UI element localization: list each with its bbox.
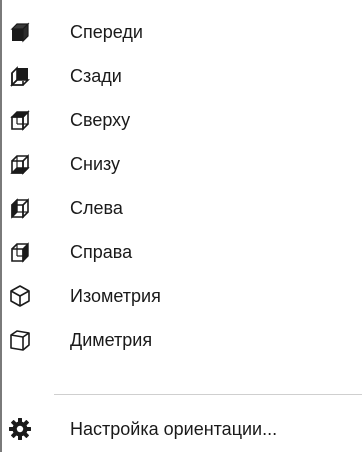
view-dimetric-icon — [8, 328, 32, 352]
menu-separator — [54, 394, 362, 395]
menu-item-label: Слева — [70, 198, 123, 218]
gear-icon — [8, 417, 32, 441]
menu-item-dimetric[interactable]: Диметрия — [0, 318, 362, 362]
menu-item-label: Изометрия — [70, 286, 161, 306]
menu-item-label: Сзади — [70, 66, 122, 86]
menu-item-label: Диметрия — [70, 330, 153, 350]
menu-item-label: Настройка ориентации... — [70, 419, 278, 439]
view-isometric-icon — [8, 284, 32, 308]
menu-item-label: Справа — [70, 242, 133, 262]
view-right-icon — [8, 240, 32, 264]
view-back-icon — [8, 64, 32, 88]
menu-item-label: Снизу — [70, 154, 121, 174]
view-top-icon — [8, 108, 32, 132]
menu-item-label: Спереди — [70, 22, 143, 42]
menu-item-back[interactable]: Сзади — [0, 54, 362, 98]
view-left-icon — [8, 196, 32, 220]
view-bottom-icon — [8, 152, 32, 176]
orientation-menu: Спереди Сзади Сверху Снизу Слева Справа … — [0, 0, 362, 452]
menu-item-isometric[interactable]: Изометрия — [0, 274, 362, 318]
menu-item-orientation-settings[interactable]: Настройка ориентации... — [0, 407, 362, 451]
view-front-icon — [8, 20, 32, 44]
menu-item-top[interactable]: Сверху — [0, 98, 362, 142]
menu-item-right[interactable]: Справа — [0, 230, 362, 274]
menu-item-bottom[interactable]: Снизу — [0, 142, 362, 186]
menu-item-label: Сверху — [70, 110, 131, 130]
menu-item-front[interactable]: Спереди — [0, 10, 362, 54]
menu-item-left[interactable]: Слева — [0, 186, 362, 230]
